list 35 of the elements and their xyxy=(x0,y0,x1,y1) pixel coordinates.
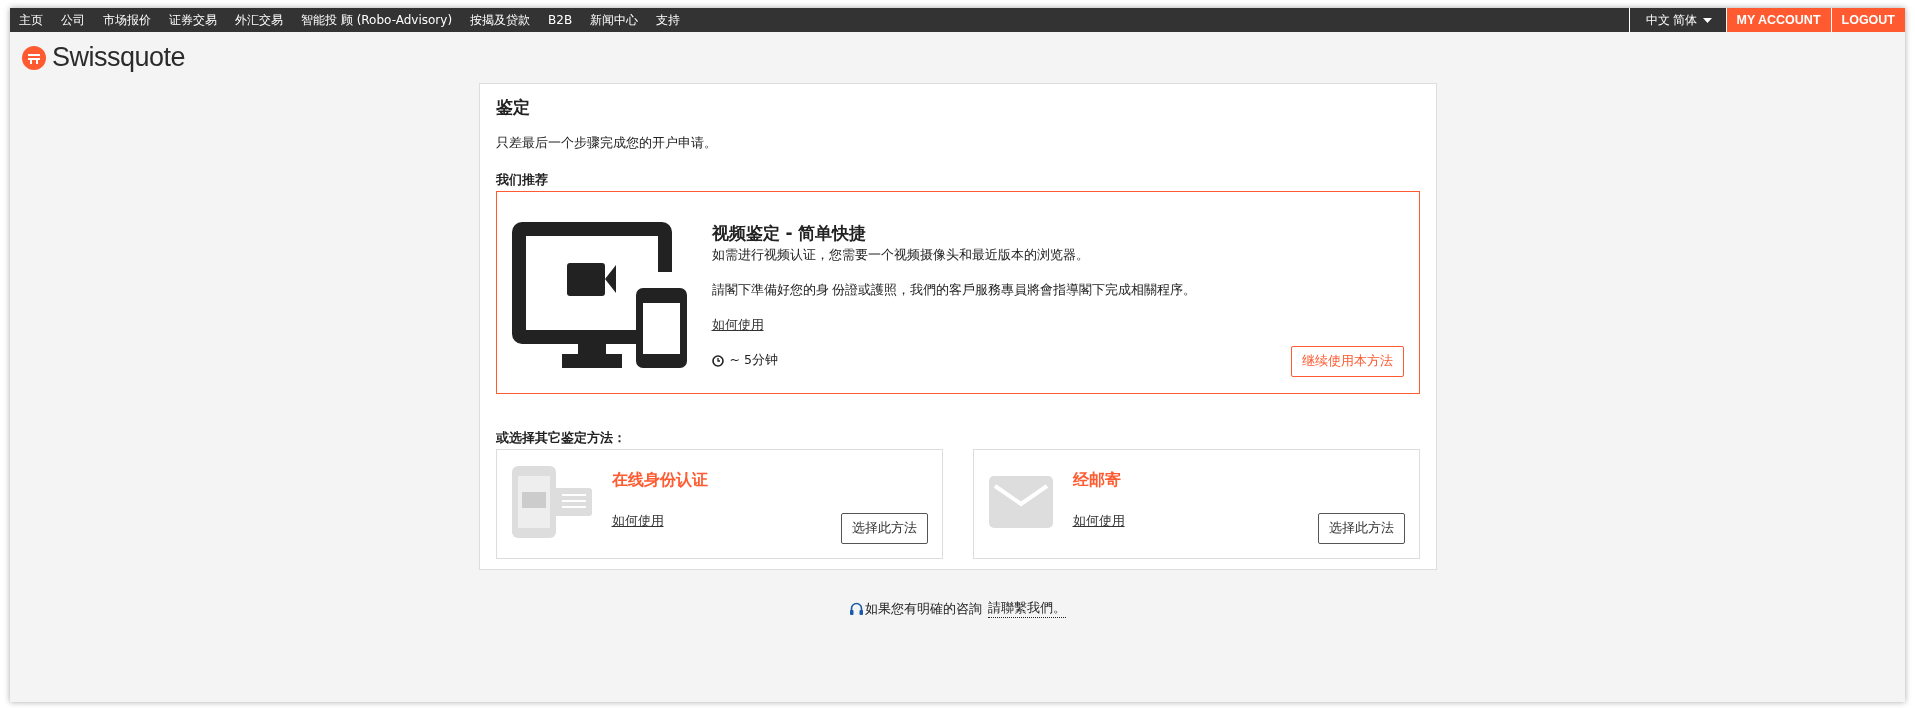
logo-text: Swissquote xyxy=(52,42,186,73)
nav-link[interactable]: 支持 xyxy=(647,8,690,32)
intro-text: 只差最后一个步骤完成您的开户申请。 xyxy=(495,135,718,152)
nav-link[interactable]: 按揭及贷款 xyxy=(461,8,540,32)
duration-text: ~ 5分钟 xyxy=(729,352,778,369)
page-title: 鉴定 xyxy=(495,96,531,119)
contact-link[interactable]: 請聯繫我們。 xyxy=(987,600,1066,618)
id-card-phone-icon xyxy=(511,466,592,538)
nav-link[interactable]: 公司 xyxy=(52,8,94,32)
method-title: 视频鉴定 - 简单快捷 xyxy=(711,222,868,245)
nav-link[interactable]: 证券交易 xyxy=(160,8,226,32)
nav-link[interactable]: 主页 xyxy=(10,8,52,32)
clock-icon xyxy=(711,354,724,367)
caret-icon xyxy=(1702,17,1712,23)
headset-icon xyxy=(849,602,863,616)
nav-link[interactable]: 智能投 顾 (Robo-Advisory) xyxy=(292,8,462,32)
how-to-link[interactable]: 如何使用 xyxy=(1072,513,1125,530)
nav-link[interactable]: 新闻中心 xyxy=(581,8,648,32)
how-to-link[interactable]: 如何使用 xyxy=(611,513,664,530)
how-to-link[interactable]: 如何使用 xyxy=(711,317,764,334)
nav-link[interactable]: B2B xyxy=(539,8,582,32)
section-label: 我们推荐 xyxy=(495,172,549,189)
envelope-icon xyxy=(988,476,1053,528)
logo-icon xyxy=(22,45,46,70)
nav-link[interactable]: 市场报价 xyxy=(94,8,160,32)
method-title: 经邮寄 xyxy=(1072,470,1122,491)
method-description: 如需进行视频认证，您需要一个视频摄像头和最近版本的浏览器。 xyxy=(711,247,1090,264)
help-text: 如果您有明確的咨詢 xyxy=(864,600,982,618)
section-label: 或选择其它鉴定方法： xyxy=(495,430,627,447)
select-method-button[interactable]: 选择此方法 xyxy=(840,513,928,544)
select-method-button[interactable]: 选择此方法 xyxy=(1317,513,1405,544)
language-selector[interactable]: 中文 简体 xyxy=(1628,8,1726,32)
nav-link[interactable]: 外汇交易 xyxy=(226,8,292,32)
method-title: 在线身份认证 xyxy=(611,470,709,491)
method-note: 請閣下準備好您的身 份證或護照，我們的客戶服務專員將會指導閣下完成相關程序。 xyxy=(711,282,1198,299)
